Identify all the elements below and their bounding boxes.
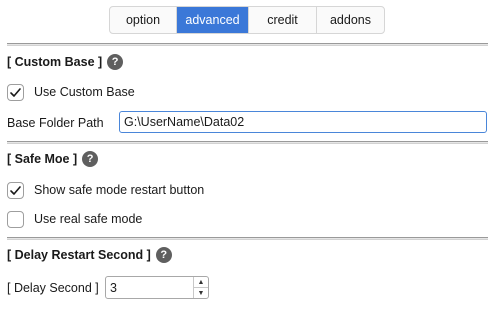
- use-custom-base-checkbox[interactable]: [7, 83, 24, 101]
- tab-bar: option advanced credit addons: [109, 6, 385, 34]
- use-custom-base-checkbox-row[interactable]: Use Custom Base: [7, 82, 135, 102]
- decrement-arrow-icon[interactable]: ▼: [194, 288, 208, 298]
- delay-restart-section-title: [ Delay Restart Second ] ?: [7, 245, 172, 265]
- use-real-safe-mode-label: Use real safe mode: [34, 212, 143, 226]
- use-real-safe-mode-checkbox[interactable]: [7, 210, 24, 228]
- increment-arrow-icon[interactable]: ▲: [194, 277, 208, 288]
- section-divider: [7, 43, 488, 46]
- delay-restart-title: [ Delay Restart Second ]: [7, 248, 151, 262]
- question-mark-icon[interactable]: ?: [107, 54, 124, 70]
- section-divider: [7, 237, 488, 240]
- tab-option[interactable]: option: [110, 7, 177, 33]
- custom-base-title: [ Custom Base ]: [7, 55, 103, 69]
- delay-second-input[interactable]: [106, 277, 193, 298]
- show-restart-button-label: Show safe mode restart button: [34, 183, 205, 197]
- delay-second-label: [ Delay Second ]: [7, 281, 99, 295]
- section-divider: [7, 141, 488, 144]
- delay-second-row: [ Delay Second ]: [7, 281, 99, 295]
- show-restart-button-checkbox-row[interactable]: Show safe mode restart button: [7, 180, 204, 200]
- stepper-buttons: ▲ ▼: [193, 277, 208, 298]
- question-mark-icon[interactable]: ?: [82, 151, 99, 167]
- base-folder-label: Base Folder Path: [7, 116, 104, 130]
- safe-mode-section-title: [ Safe Moe ] ?: [7, 149, 99, 169]
- tab-advanced[interactable]: advanced: [177, 7, 249, 33]
- checkmark-icon: [10, 87, 21, 97]
- checkmark-icon: [10, 185, 21, 195]
- safe-mode-title: [ Safe Moe ]: [7, 152, 78, 166]
- question-mark-icon[interactable]: ?: [155, 247, 172, 263]
- show-restart-button-checkbox[interactable]: [7, 181, 24, 199]
- use-custom-base-label: Use Custom Base: [34, 85, 135, 99]
- custom-base-section-title: [ Custom Base ] ?: [7, 52, 124, 72]
- tab-addons[interactable]: addons: [317, 7, 384, 33]
- use-real-safe-mode-checkbox-row[interactable]: Use real safe mode: [7, 209, 142, 229]
- tab-credit[interactable]: credit: [249, 7, 317, 33]
- base-folder-path-input[interactable]: [119, 111, 487, 133]
- base-folder-row: Base Folder Path: [7, 116, 104, 130]
- delay-second-stepper[interactable]: ▲ ▼: [105, 276, 209, 299]
